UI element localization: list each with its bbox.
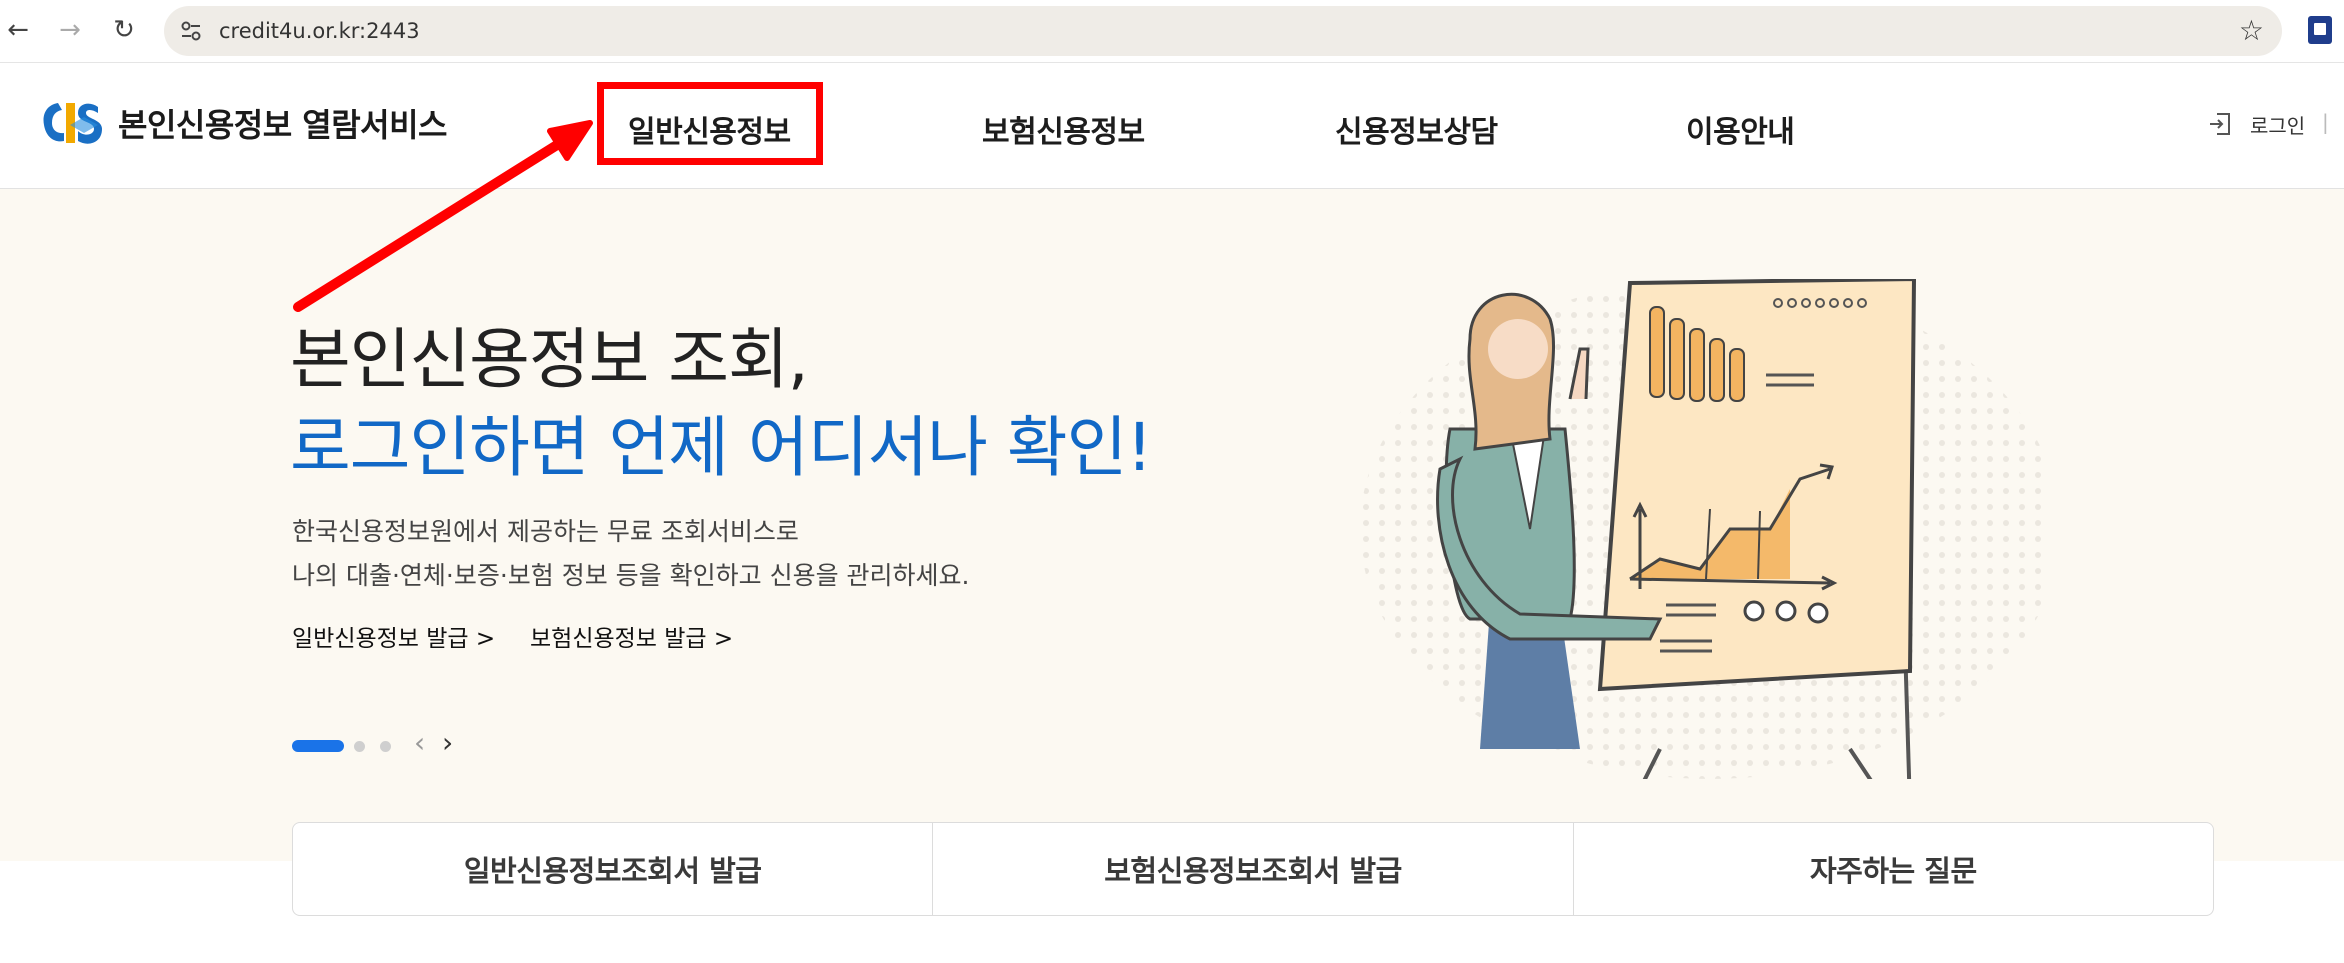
hero-description-line2: 나의 대출·연체·보증·보험 정보 등을 확인하고 신용을 관리하세요.: [292, 561, 970, 590]
login-icon[interactable]: [2208, 111, 2232, 137]
forward-icon[interactable]: →: [52, 12, 88, 48]
site-info-icon[interactable]: [178, 18, 204, 44]
carousel-indicator[interactable]: [354, 741, 365, 752]
carousel-indicator[interactable]: [380, 741, 391, 752]
url-text[interactable]: credit4u.or.kr:2443: [219, 18, 420, 44]
reload-icon[interactable]: ↻: [106, 12, 142, 48]
address-bar[interactable]: credit4u.or.kr:2443 ☆: [164, 6, 2282, 56]
carousel-indicator-active[interactable]: [292, 740, 344, 752]
general-credit-issue-link[interactable]: 일반신용정보 발급 >: [292, 619, 495, 653]
hero-description-line1: 한국신용정보원에서 제공하는 무료 조회서비스로: [292, 517, 799, 546]
back-icon[interactable]: ←: [0, 12, 36, 48]
annotation-highlight-box: [597, 82, 823, 165]
browser-toolbar: ← → ↻ credit4u.or.kr:2443 ☆: [0, 0, 2344, 63]
login-link[interactable]: 로그인: [2250, 110, 2305, 139]
quick-links-bar: 일반신용정보조회서 발급 보험신용정보조회서 발급 자주하는 질문: [292, 822, 2214, 916]
carousel-next-icon[interactable]: ›: [442, 728, 453, 758]
hero-title-line2: 로그인하면 언제 어디서나 확인!: [290, 409, 1153, 486]
site-header: 본인신용정보 열람서비스 일반신용정보 보험신용정보 신용정보상담 이용안내 로…: [0, 63, 2344, 189]
nav-guide[interactable]: 이용안내: [1686, 107, 1795, 151]
cis-logo-icon[interactable]: [40, 97, 104, 149]
extension-icon[interactable]: [2308, 16, 2332, 44]
insurance-credit-issue-link[interactable]: 보험신용정보 발급 >: [530, 619, 733, 653]
header-separator: |: [2322, 110, 2329, 134]
nav-insurance-credit[interactable]: 보험신용정보: [982, 107, 1145, 151]
hero-banner: 본인신용정보 조회, 로그인하면 언제 어디서나 확인! 한국신용정보원에서 제…: [0, 189, 2344, 861]
quick-faq[interactable]: 자주하는 질문: [1574, 823, 2213, 915]
brand-title[interactable]: 본인신용정보 열람서비스: [118, 100, 447, 146]
presenter-illustration: [1360, 279, 2050, 779]
hero-title-line1: 본인신용정보 조회,: [290, 321, 809, 398]
bookmark-star-icon[interactable]: ☆: [2239, 14, 2264, 48]
nav-credit-consult[interactable]: 신용정보상담: [1335, 107, 1498, 151]
carousel-prev-icon[interactable]: ‹: [414, 728, 425, 758]
quick-general-credit-report[interactable]: 일반신용정보조회서 발급: [293, 823, 934, 915]
quick-insurance-credit-report[interactable]: 보험신용정보조회서 발급: [933, 823, 1574, 915]
